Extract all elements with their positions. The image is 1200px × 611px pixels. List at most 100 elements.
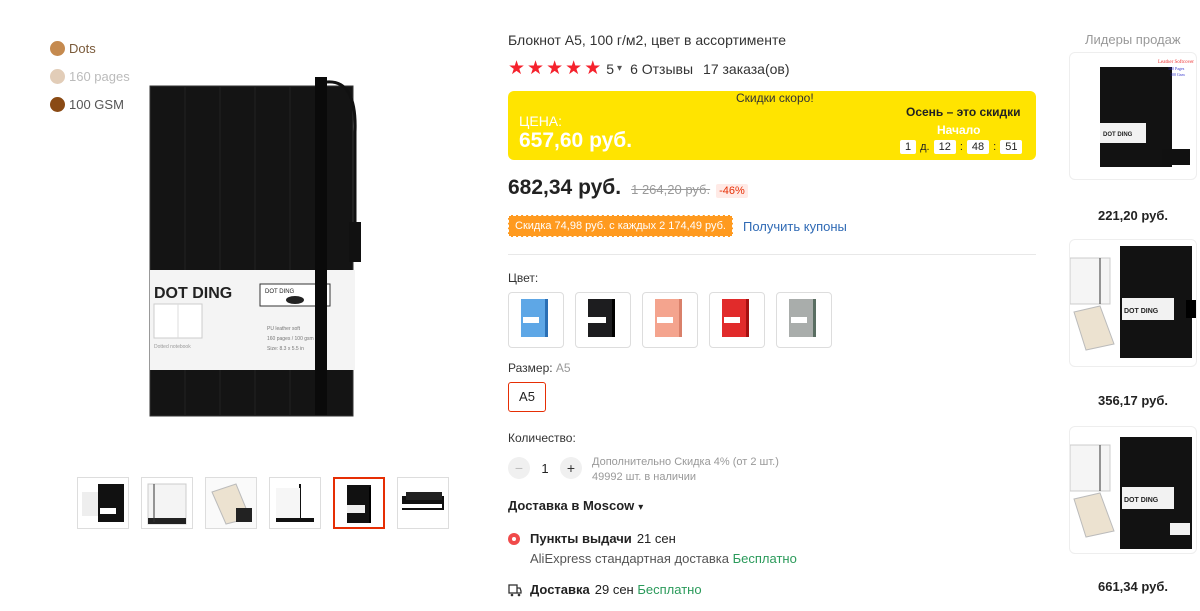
feature-dot-icon (50, 68, 65, 84)
promo-price-value: 657,60 руб. (519, 129, 633, 152)
thumbnail[interactable] (141, 477, 193, 529)
courier-title: Доставка (530, 582, 590, 597)
leader-price: 356,17 руб. (1097, 393, 1168, 408)
cover-badge-text: DOT DING (265, 289, 295, 295)
color-swatch-gray[interactable] (776, 292, 832, 348)
color-label: Цвет: (508, 271, 539, 285)
timer-hours: 12 (933, 140, 956, 154)
color-swatch-black[interactable] (575, 292, 631, 348)
reviews-link[interactable]: 6 Отзывы (630, 61, 693, 77)
coupon-badge[interactable]: Скидка 74,98 руб. с каждых 2 174,49 руб. (508, 215, 733, 237)
courier-option[interactable]: Доставка 29 сен Бесплатно (508, 582, 702, 597)
timer-separator: : (993, 141, 997, 153)
feature-item: Dots (50, 34, 130, 62)
rating-stars: ★ ★ ★ ★ ★ (508, 59, 601, 78)
size-option-a5[interactable]: A5 (508, 382, 546, 412)
feature-item: 160 pages (50, 62, 130, 90)
feature-label: 160 pages (69, 68, 130, 84)
feature-list: Dots 160 pages 100 GSM (50, 34, 130, 118)
svg-text:DOT DING: DOT DING (1124, 497, 1159, 504)
price-row: 682,34 руб. 1 264,20 руб. -46% (508, 176, 748, 200)
promo-title: Осень – это скидки (906, 105, 1021, 119)
thumbnail-active[interactable] (333, 477, 385, 529)
stock-note: 49992 шт. в наличии (592, 471, 697, 483)
quantity-value[interactable]: 1 (530, 461, 560, 476)
thumbnail[interactable] (205, 477, 257, 529)
feature-label: Dots (69, 40, 96, 56)
size-label: Размер: A5 (508, 361, 571, 375)
star-icon: ★ (546, 58, 564, 79)
bulk-discount-note: Дополнительно Скидка 4% (от 2 шт.) (592, 456, 779, 468)
cover-line1: PU leather soft (267, 326, 301, 332)
leader-price: 221,20 руб. (1097, 208, 1168, 223)
coupon-row: Скидка 74,98 руб. с каждых 2 174,49 руб.… (508, 215, 847, 237)
color-swatch-pink[interactable] (642, 292, 698, 348)
color-swatches (508, 292, 832, 348)
pickup-option[interactable]: Пункты выдачи 21 сен (508, 531, 676, 546)
leader-product-card[interactable]: DOT DING (1069, 426, 1197, 554)
orders-count: 17 заказа(ов) (703, 60, 790, 77)
thumbnail-strip (77, 477, 449, 529)
star-icon: ★ (527, 58, 545, 79)
leader-label-line: 100 Gsm (1170, 72, 1185, 77)
star-icon: ★ (584, 58, 602, 79)
leader-price: 661,34 руб. (1097, 579, 1168, 594)
feature-label: 100 GSM (69, 96, 124, 112)
leader-label-line: Leather Softcover (1158, 60, 1194, 65)
svg-text:DOT DING: DOT DING (1124, 308, 1159, 315)
promo-start-label: Начало (937, 123, 981, 137)
quantity-stepper: − 1 + (508, 457, 582, 479)
delivery-destination-text: Доставка в Moscow (508, 498, 635, 513)
star-icon: ★ (508, 58, 526, 79)
feature-dot-icon (50, 96, 65, 112)
size-label-text: Размер: (508, 361, 553, 375)
delivery-destination[interactable]: Доставка в Moscow ▾ (508, 498, 643, 513)
quantity-decrease-button[interactable]: − (508, 457, 530, 479)
cover-caption: Dotted notebook (154, 344, 191, 350)
pickup-title: Пункты выдачи (530, 531, 632, 546)
timer-days: 1 (900, 140, 917, 154)
promo-banner[interactable]: Скидки скоро! ЦЕНА: 657,60 руб. Осень – … (508, 91, 1036, 160)
courier-free-label: Бесплатно (637, 582, 702, 597)
timer-seconds: 51 (1000, 140, 1023, 154)
product-title: Блокнот А5, 100 г/м2, цвет в ассортимент… (508, 32, 786, 48)
chevron-down-icon: ▾ (638, 502, 644, 513)
divider (508, 254, 1036, 255)
discount-badge: -46% (716, 184, 748, 198)
size-selected-value: A5 (555, 361, 571, 375)
pickup-date: 21 сен (636, 531, 676, 546)
cover-line2: 160 pages / 100 gsm (267, 336, 314, 342)
thumbnail[interactable] (77, 477, 129, 529)
chevron-down-icon[interactable]: ▾ (617, 63, 622, 74)
promo-price-label: ЦЕНА: (519, 113, 563, 129)
quantity-note: Дополнительно Скидка 4% (от 2 шт.) 49992… (592, 455, 779, 485)
feature-item: 100 GSM (50, 90, 130, 118)
leader-product-card[interactable]: DOT DING Leather Softcover 160 Pages 100… (1069, 52, 1197, 180)
timer-minutes: 48 (966, 140, 990, 154)
rating-value[interactable]: 5 (606, 61, 614, 77)
courier-date: 29 сен (594, 582, 634, 597)
main-product-image[interactable]: DOT DING DOT DING PU leather soft 160 pa… (145, 72, 370, 417)
star-icon: ★ (565, 58, 583, 79)
thumbnail[interactable] (269, 477, 321, 529)
location-pin-icon (508, 532, 520, 545)
timer-day-unit: д. (920, 141, 930, 153)
cover-brand-text: DOT DING (154, 285, 232, 302)
get-coupons-link[interactable]: Получить купоны (743, 219, 847, 234)
pickup-service-name: AliExpress стандартная доставка (530, 551, 729, 566)
leader-label-line: 160 Pages (1168, 66, 1185, 71)
quantity-increase-button[interactable]: + (560, 457, 582, 479)
truck-icon (508, 583, 522, 596)
color-swatch-red[interactable] (709, 292, 765, 348)
thumbnail[interactable] (397, 477, 449, 529)
pickup-service: AliExpress стандартная доставка Бесплатн… (530, 551, 797, 566)
old-price: 1 264,20 руб. (631, 182, 711, 197)
leader-product-card[interactable]: DOT DING (1069, 239, 1197, 367)
color-swatch-blue[interactable] (508, 292, 564, 348)
leaders-title: Лидеры продаж (1085, 32, 1181, 47)
rating-row: ★ ★ ★ ★ ★ 5 ▾ 6 Отзывы 17 заказа(ов) (508, 59, 790, 78)
quantity-label: Количество: (508, 431, 576, 445)
countdown-timer: 1 д. 12 : 48 : 51 (897, 140, 1025, 154)
svg-text:DOT DING: DOT DING (1103, 132, 1133, 138)
current-price: 682,34 руб. (508, 176, 622, 199)
